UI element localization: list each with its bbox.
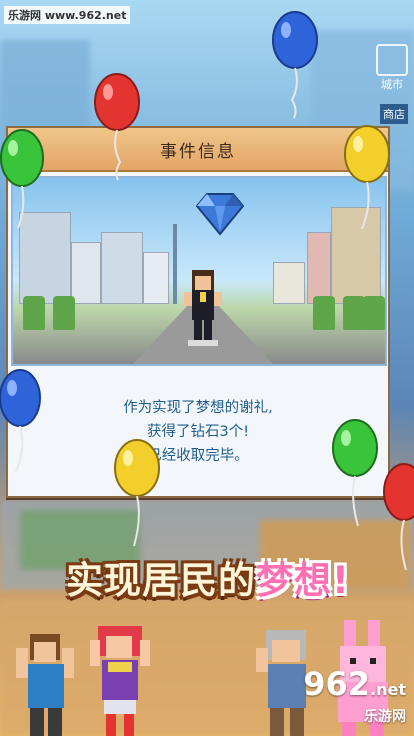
city-icon [376,44,408,76]
event-scene [11,176,387,366]
balloon-green [332,419,378,527]
message-line: 作为实现了梦想的谢礼, [123,400,273,416]
balloon-blue [272,11,318,119]
watermark-suffix: .net [370,680,406,699]
shop-button-label: 商店 [383,108,405,121]
resident-character [16,634,74,736]
watermark-cn: 乐游网 [364,709,406,725]
balloon-yellow [114,439,160,547]
balloon-yellow [344,125,390,230]
resident-character [90,626,150,736]
watermark-bottom: 962.net 乐游网 [303,668,406,726]
banner-text-highlight: 梦想! [256,559,350,602]
dialog-title: 事件信息 [8,128,388,172]
hero-character [184,270,222,346]
city-button-label: 城市 [381,78,403,91]
balloon-blue [0,369,41,473]
city-button[interactable]: 城市 [376,44,408,92]
shop-button[interactable]: 商店 [380,104,408,124]
watermark-logo: 962 [303,665,371,703]
balloon-red [94,73,140,181]
tower [173,224,177,304]
watermark-top: 乐游网 www.962.net [4,6,131,24]
banner-text-primary: 实现居民的 [66,559,257,602]
promo-banner: 实现居民的 梦想! [18,542,398,612]
diamond-icon [195,193,245,236]
balloon-green [0,129,44,229]
